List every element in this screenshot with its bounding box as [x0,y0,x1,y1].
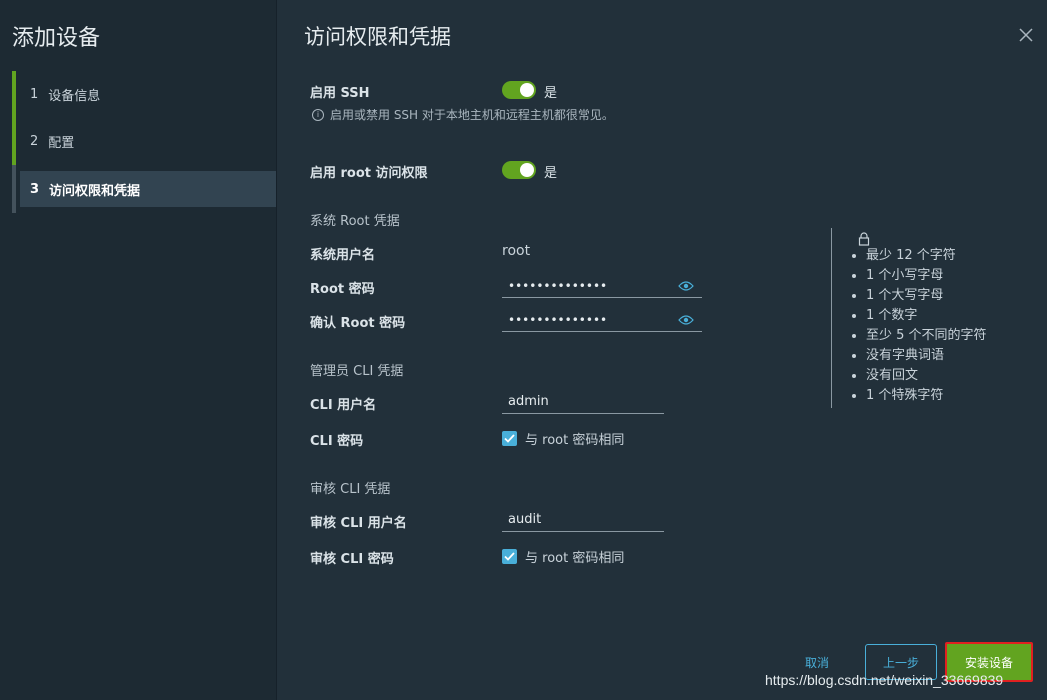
audit-same-as-root[interactable]: 与 root 密码相同 [502,547,624,566]
close-icon[interactable] [1018,27,1034,43]
audit-username-label: 审核 CLI 用户名 [310,516,407,531]
confirm-password-value: •••••••••••••• [508,312,608,327]
step-label: 设备信息 [48,89,101,104]
audit-username-input[interactable]: audit [502,508,664,532]
wizard-title: 添加设备 [12,26,101,51]
wizard-steps: 1 设备信息 2 配置 3 访问权限和凭据 [12,71,276,207]
cli-same-label: 与 root 密码相同 [525,433,625,448]
lock-icon [858,232,870,246]
confirm-password-input[interactable]: •••••••••••••• [502,308,702,332]
audit-cli-section: 审核 CLI 凭据 [310,482,391,497]
info-icon: i [312,108,324,121]
ssh-help: i 启用或禁用 SSH 对于本地主机和远程主机都很常见。 [312,106,614,123]
step-number: 1 [30,87,39,102]
active-step-marker [12,165,16,213]
watermark-url: https://blog.csdn.net/weixin_33669839 [765,672,1004,688]
wizard-content: 访问权限和凭据 启用 SSH 是 i 启用或禁用 SSH 对于本地主机和远程主机… [277,0,1047,700]
password-rule: 没有字典词语 [866,346,987,366]
cli-same-checkbox[interactable] [502,431,517,446]
step-access-credentials[interactable]: 3 访问权限和凭据 [20,171,276,207]
toggle-knob [520,83,534,97]
eye-icon[interactable] [678,280,694,292]
root-password-label: Root 密码 [310,282,375,297]
system-username-value: root [502,243,531,259]
toggle-knob [520,163,534,177]
audit-same-label: 与 root 密码相同 [525,551,625,566]
password-rules-panel: 最少 12 个字符 1 个小写字母 1 个大写字母 1 个数字 至少 5 个不同… [831,228,1032,408]
cli-username-value: admin [508,394,549,409]
step-configuration[interactable]: 2 配置 [12,118,276,165]
root-password-value: •••••••••••••• [508,278,608,293]
system-username-label: 系统用户名 [310,248,376,263]
root-access-toggle[interactable] [502,161,536,179]
root-access-toggle-text: 是 [544,166,558,181]
admin-cli-section: 管理员 CLI 凭据 [310,364,404,379]
password-rule: 1 个特殊字符 [866,386,987,406]
step-number: 2 [30,134,39,149]
audit-same-checkbox[interactable] [502,549,517,564]
page-title: 访问权限和凭据 [304,25,451,49]
eye-icon[interactable] [678,314,694,326]
step-label: 配置 [48,136,75,151]
password-rules-list: 最少 12 个字符 1 个小写字母 1 个大写字母 1 个数字 至少 5 个不同… [832,246,987,406]
ssh-label: 启用 SSH [310,86,370,101]
step-label: 访问权限和凭据 [49,183,141,199]
system-root-section: 系统 Root 凭据 [310,214,400,229]
password-rule: 没有回文 [866,366,987,386]
root-access-label: 启用 root 访问权限 [310,166,428,181]
password-rule: 1 个数字 [866,306,987,326]
password-rule: 最少 12 个字符 [866,246,987,266]
password-rule: 1 个小写字母 [866,266,987,286]
confirm-password-label: 确认 Root 密码 [310,316,406,331]
step-device-info[interactable]: 1 设备信息 [12,71,276,118]
audit-username-value: audit [508,512,542,527]
step-number: 3 [30,181,40,197]
ssh-toggle[interactable] [502,81,536,99]
cli-username-input[interactable]: admin [502,390,664,414]
root-password-input[interactable]: •••••••••••••• [502,274,702,298]
ssh-toggle-text: 是 [544,86,558,101]
ssh-help-text: 启用或禁用 SSH 对于本地主机和远程主机都很常见。 [330,108,614,122]
cli-password-label: CLI 密码 [310,434,364,449]
wizard-sidebar: 添加设备 1 设备信息 2 配置 3 访问权限和凭据 [0,0,277,700]
password-rule: 至少 5 个不同的字符 [866,326,987,346]
password-rule: 1 个大写字母 [866,286,987,306]
cli-username-label: CLI 用户名 [310,398,377,413]
cli-same-as-root[interactable]: 与 root 密码相同 [502,429,624,448]
audit-password-label: 审核 CLI 密码 [310,552,394,567]
